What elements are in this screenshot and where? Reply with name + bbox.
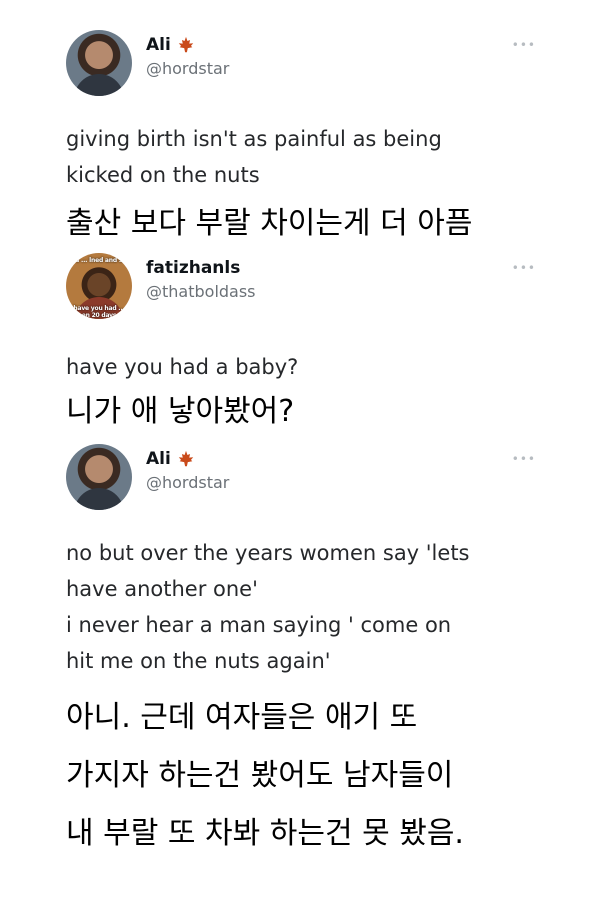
more-horizontal-icon[interactable]: •••: [512, 261, 536, 275]
tweet-text-1: giving birth isn't as painful as being k…: [66, 121, 546, 193]
maple-leaf-icon: [178, 450, 194, 467]
translation-2: 니가 애 낳아봤어?: [66, 386, 586, 438]
tweet-header-1: Ali @hordstar •••: [66, 30, 536, 100]
translation-line: 아니. 근데 여자들은 애기 또: [66, 700, 418, 735]
more-horizontal-icon[interactable]: •••: [512, 452, 536, 466]
tweet-header-2: s ​​... lned and s have you had ... en 2…: [66, 253, 536, 323]
handle[interactable]: @hordstar: [146, 59, 229, 78]
tweet-header-3: Ali @hordstar •••: [66, 444, 536, 514]
avatar[interactable]: [66, 30, 132, 96]
display-name[interactable]: Ali: [146, 35, 171, 55]
translation-line: 내 부랄 또 차봐 하는건 못 봤음.: [66, 816, 464, 851]
tweet-text-line: have you had a baby?: [66, 355, 299, 379]
avatar[interactable]: [66, 444, 132, 510]
tweet-text-3: no but over the years women say 'lets ha…: [66, 535, 546, 679]
tweet-text-line: have another one': [66, 577, 258, 601]
translation-line: 가지자 하는건 봤어도 남자들이: [66, 758, 454, 793]
display-name[interactable]: Ali: [146, 449, 171, 469]
tweet-text-line: kicked on the nuts: [66, 163, 260, 187]
tweet-text-line: i never hear a man saying ' come on: [66, 613, 452, 637]
translation-line: 출산 보다 부랄 차이는게 더 아픔: [66, 206, 473, 241]
tweet-text-line: hit me on the nuts again': [66, 649, 331, 673]
author-name-row: fatizhanls: [146, 258, 240, 278]
tweet-text-2: have you had a baby?: [66, 349, 546, 385]
author-name-row: Ali: [146, 449, 195, 469]
translation-1: 출산 보다 부랄 차이는게 더 아픔: [66, 198, 586, 250]
translation-line: 니가 애 낳아봤어?: [66, 394, 295, 429]
maple-leaf-icon: [178, 36, 194, 53]
author-name-row: Ali: [146, 35, 195, 55]
more-horizontal-icon[interactable]: •••: [512, 38, 536, 52]
avatar-caption-bottom: have you had ... en 20 days: [73, 305, 125, 319]
avatar[interactable]: s ​​... lned and s have you had ... en 2…: [66, 253, 132, 319]
tweet-text-line: giving birth isn't as painful as being: [66, 127, 442, 151]
avatar-caption-top: s ​​... lned and s: [75, 257, 123, 264]
handle[interactable]: @hordstar: [146, 473, 229, 492]
handle[interactable]: @thatboldass: [146, 282, 256, 301]
tweet-text-line: no but over the years women say 'lets: [66, 541, 470, 565]
display-name[interactable]: fatizhanls: [146, 258, 240, 278]
translation-3: 아니. 근데 여자들은 애기 또 가지자 하는건 봤어도 남자들이 내 부랄 또…: [66, 692, 586, 860]
